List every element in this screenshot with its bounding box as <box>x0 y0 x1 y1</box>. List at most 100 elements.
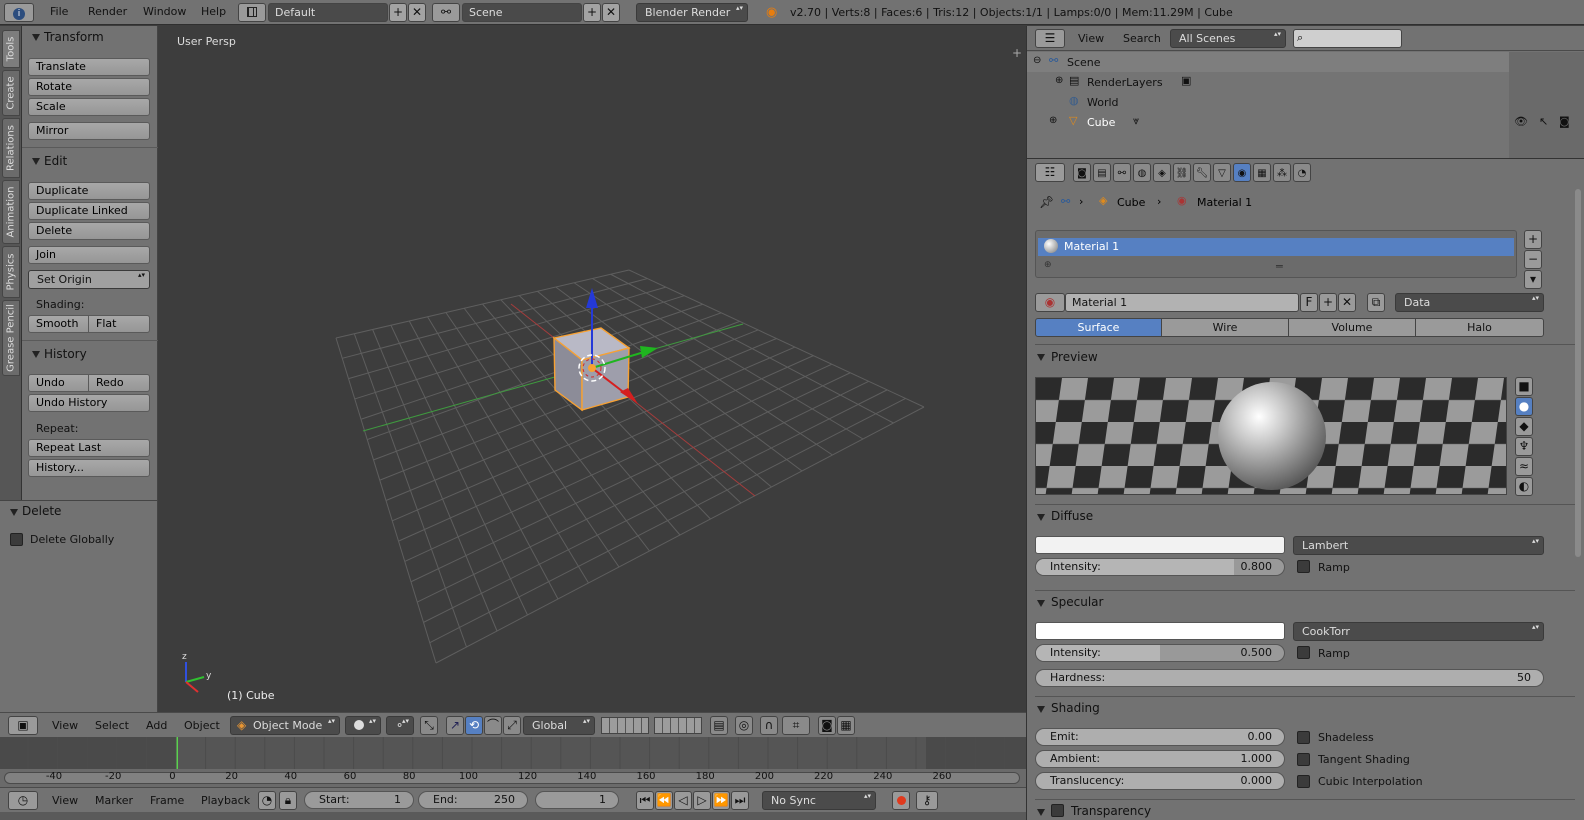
menu-search[interactable]: Search <box>1123 32 1161 45</box>
delete-globally-checkbox[interactable] <box>10 533 23 546</box>
context-tab-render-layers[interactable]: ▤ <box>1093 163 1111 182</box>
collapse-triangle-icon[interactable] <box>1037 706 1045 713</box>
3d-viewport[interactable]: User Persp + z y (1) Cube <box>158 26 1026 712</box>
render-still-button[interactable]: ◙ <box>818 716 836 735</box>
diffuse-color-swatch[interactable] <box>1035 536 1285 554</box>
jump-start-button[interactable]: ⏮ <box>636 791 654 810</box>
repeat-last-button[interactable]: Repeat Last <box>28 439 150 457</box>
link-type-dropdown[interactable]: Data <box>1395 293 1544 312</box>
panel-title-transparency[interactable]: Transparency <box>1071 804 1151 818</box>
preview-monkey-button[interactable]: ♆ <box>1515 437 1533 456</box>
menu-help[interactable]: Help <box>201 5 226 18</box>
play-button[interactable]: ▷ <box>693 791 711 810</box>
tab-grease-pencil[interactable]: Grease Pencil <box>2 300 20 376</box>
display-mode-dropdown[interactable]: All Scenes <box>1170 29 1286 48</box>
unlink-material-button[interactable]: ✕ <box>1338 293 1356 312</box>
start-frame-field[interactable]: Start: 1 <box>304 791 414 809</box>
tangent-shading-checkbox[interactable] <box>1297 753 1310 766</box>
panel-title-edit[interactable]: Edit <box>44 154 67 168</box>
tab-volume[interactable]: Volume <box>1288 318 1416 337</box>
specular-ramp-checkbox[interactable] <box>1297 646 1310 659</box>
expand-icon[interactable]: ⊕ <box>1055 75 1063 86</box>
hardness-slider[interactable]: Hardness: 50 <box>1035 669 1544 687</box>
tab-halo[interactable]: Halo <box>1415 318 1544 337</box>
diffuse-intensity-slider[interactable]: Intensity: 0.800 <box>1035 558 1285 576</box>
expand-icon[interactable]: ⊕ <box>1049 115 1057 126</box>
specular-shader-dropdown[interactable]: CookTorr <box>1293 622 1544 641</box>
eye-icon[interactable]: 👁︎ <box>1514 115 1528 128</box>
snap-element-dropdown[interactable]: ⌗ <box>782 716 810 735</box>
end-frame-field[interactable]: End: 250 <box>418 791 528 809</box>
preview-sky-button[interactable]: ◐ <box>1515 477 1533 496</box>
proportional-edit-button[interactable]: ◎ <box>735 716 753 735</box>
menu-view[interactable]: View <box>52 794 78 807</box>
snap-toggle[interactable]: ∩ <box>760 716 778 735</box>
render-engine-dropdown[interactable]: Blender Render <box>636 3 748 22</box>
context-tab-object[interactable]: ◈ <box>1153 163 1171 182</box>
tab-tools[interactable]: Tools <box>2 30 20 68</box>
translate-manipulator-toggle[interactable]: ↗ <box>446 716 464 735</box>
material-slot-row[interactable]: Material 1 <box>1038 238 1514 256</box>
delete-button[interactable]: Delete <box>28 222 150 240</box>
undo-button[interactable]: Undo <box>28 374 89 392</box>
outliner-editor-type-button[interactable]: ☰ <box>1035 29 1065 48</box>
shadeless-checkbox[interactable] <box>1297 731 1310 744</box>
remove-layout-button[interactable]: ✕ <box>408 3 426 22</box>
manipulator-toggle[interactable]: ⤡ <box>420 716 438 735</box>
context-tab-world[interactable]: ◍ <box>1133 163 1151 182</box>
filter-options-icon[interactable]: ⊕ <box>1044 260 1052 270</box>
set-origin-dropdown[interactable]: Set Origin <box>28 270 150 289</box>
add-scene-button[interactable]: + <box>583 3 601 22</box>
rotate-button[interactable]: Rotate <box>28 78 150 96</box>
auto-keying-button[interactable] <box>892 791 910 810</box>
specular-intensity-slider[interactable]: Intensity: 0.500 <box>1035 644 1285 662</box>
menu-frame[interactable]: Frame <box>150 794 184 807</box>
link-type-icon-button[interactable]: ⧉ <box>1367 293 1385 312</box>
panel-title-preview[interactable]: Preview <box>1051 350 1098 364</box>
context-tab-texture[interactable]: ▦ <box>1253 163 1271 182</box>
context-tab-render[interactable]: ◙ <box>1073 163 1091 182</box>
play-reverse-button[interactable]: ◁ <box>674 791 692 810</box>
menu-file[interactable]: File <box>50 5 68 18</box>
outliner-row-scene[interactable]: ⊖ ⚯ Scene <box>1027 52 1584 72</box>
collapse-triangle-icon[interactable] <box>1037 514 1045 521</box>
flat-button[interactable]: Flat <box>88 315 150 333</box>
tab-physics[interactable]: Physics <box>2 246 20 298</box>
properties-editor-type-button[interactable]: ☷ <box>1035 163 1065 182</box>
panel-title-history[interactable]: History <box>44 347 87 361</box>
panel-title-specular[interactable]: Specular <box>1051 595 1103 609</box>
collapse-triangle-icon[interactable] <box>1037 809 1045 816</box>
duplicate-linked-button[interactable]: Duplicate Linked <box>28 202 150 220</box>
outliner-row-world[interactable]: ◍ World <box>1027 92 1584 112</box>
resize-handle-icon[interactable]: ═ <box>1276 260 1283 273</box>
context-tab-material[interactable]: ◉ <box>1233 163 1251 182</box>
add-slot-button[interactable]: + <box>1524 230 1542 249</box>
panel-title-transform[interactable]: Transform <box>44 30 104 44</box>
specular-color-swatch[interactable] <box>1035 622 1285 640</box>
ambient-field[interactable]: Ambient: 1.000 <box>1035 750 1285 768</box>
menu-window[interactable]: Window <box>143 5 186 18</box>
scale-button[interactable]: Scale <box>28 98 150 116</box>
undo-history-button[interactable]: Undo History <box>28 394 150 412</box>
context-tab-physics[interactable]: ◔ <box>1293 163 1311 182</box>
timeline-editor[interactable]: -40 -20 0 20 40 60 80 100 120 140 160 180 200 220 240 2… <box>0 737 1026 787</box>
screen-layout-field[interactable]: Default <box>268 3 388 22</box>
cubic-interpolation-checkbox[interactable] <box>1297 775 1310 788</box>
layer-buttons-group-1[interactable] <box>601 717 649 734</box>
camera-icon[interactable]: ◙ <box>1559 115 1570 128</box>
preview-flat-button[interactable]: ■ <box>1515 377 1533 396</box>
remove-slot-button[interactable]: − <box>1524 250 1542 269</box>
tab-animation[interactable]: Animation <box>2 180 20 244</box>
outliner-row-cube[interactable]: ⊕ ▽ Cube ⩔ <box>1027 112 1584 132</box>
browse-material-button[interactable]: ◉ <box>1035 293 1065 312</box>
join-button[interactable]: Join <box>28 246 150 264</box>
collapse-triangle-icon[interactable] <box>32 158 40 165</box>
tab-relations[interactable]: Relations <box>2 118 20 178</box>
diffuse-shader-dropdown[interactable]: Lambert <box>1293 536 1544 555</box>
screen-layout-icon-button[interactable] <box>238 3 266 22</box>
context-tab-mesh-data[interactable]: ▽ <box>1213 163 1231 182</box>
translate-button[interactable]: Translate <box>28 58 150 76</box>
collapse-triangle-icon[interactable] <box>10 509 18 516</box>
timeline-scrollbar[interactable] <box>4 772 1020 784</box>
layer-buttons-group-2[interactable] <box>654 717 702 734</box>
